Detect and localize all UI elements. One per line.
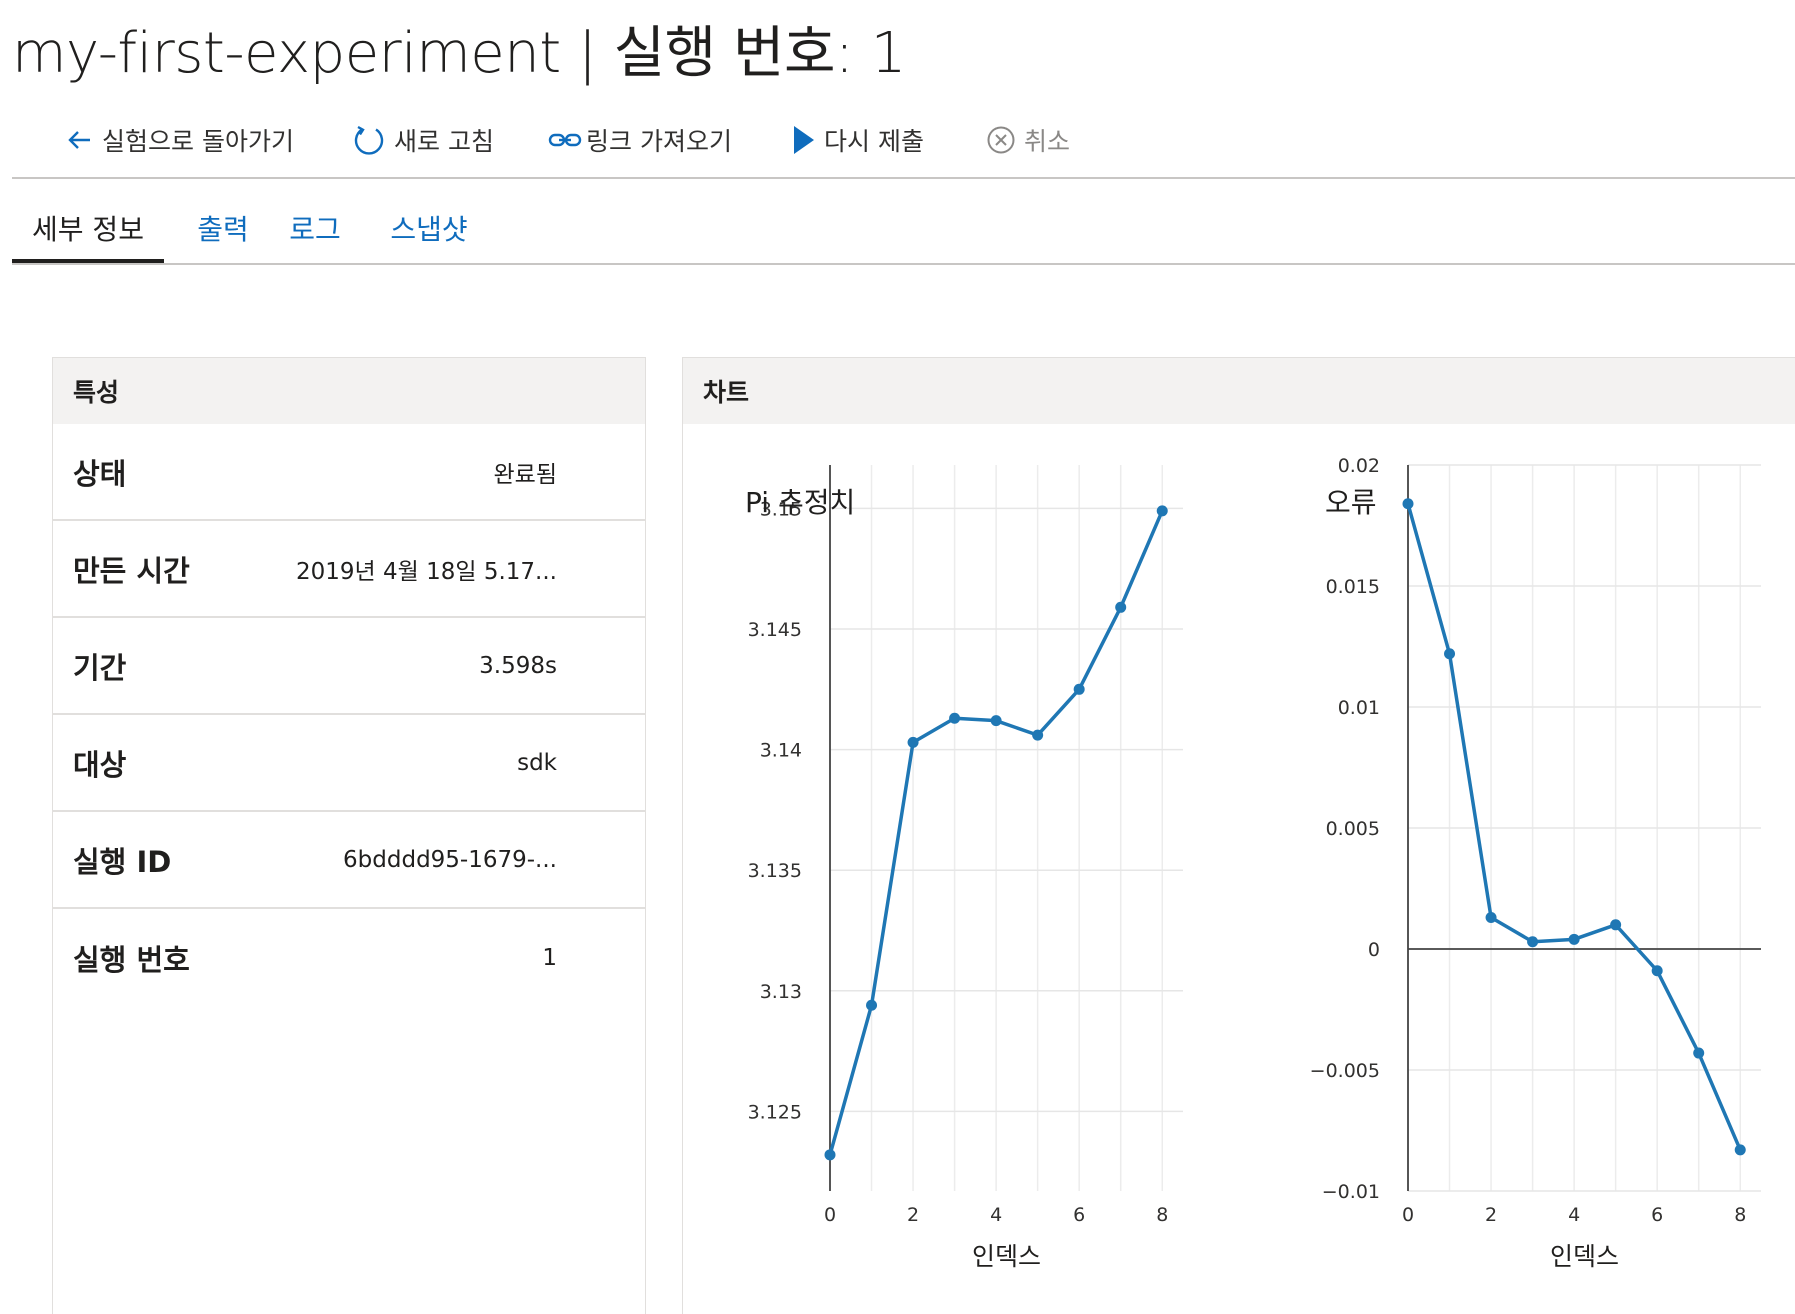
data-point[interactable] (907, 736, 919, 748)
cancel-button[interactable]: 취소 (986, 118, 1070, 162)
chart-title: 오류 (1325, 486, 1377, 519)
y-tick-label: 0.02 (1338, 455, 1380, 477)
refresh-icon (352, 123, 386, 157)
data-point[interactable] (1527, 936, 1539, 948)
y-tick-label: −0.01 (1322, 1181, 1380, 1203)
x-tick-label: 2 (1485, 1204, 1497, 1226)
data-point[interactable] (866, 999, 878, 1011)
chart-pi-estimate: 3.1253.133.1353.143.1453.150 2 4 6 8Pi 추정치인덱… (745, 465, 1183, 1271)
x-tick-label: 6 (1073, 1204, 1085, 1226)
x-axis-title: 인덱스 (1550, 1242, 1619, 1271)
y-tick-label: 3.135 (748, 860, 802, 882)
arrow-left-icon (66, 126, 94, 154)
x-tick-label: 8 (1734, 1204, 1746, 1226)
tab-logs[interactable]: 로그 (278, 208, 352, 260)
data-point[interactable] (990, 715, 1002, 727)
property-label: 실행 ID (73, 844, 172, 879)
property-value: 3.598s (479, 652, 557, 679)
property-value: 1 (542, 944, 557, 971)
property-row-status: 상태 완료됨 (53, 424, 645, 521)
tab-snapshot[interactable]: 스냅샷 (374, 208, 484, 260)
y-tick-label: 3.14 (760, 740, 802, 762)
data-point[interactable] (1693, 1047, 1705, 1059)
property-label: 상태 (73, 456, 127, 491)
cancel-circle-icon (986, 125, 1016, 155)
data-point[interactable] (824, 1149, 836, 1161)
y-tick-label: 3.145 (748, 619, 802, 641)
y-tick-label: 3.13 (760, 981, 802, 1003)
data-point[interactable] (1568, 933, 1580, 945)
properties-panel: 특성 상태 완료됨 만든 시간 2019년 4월 18일 5.17... 기간 … (52, 357, 646, 1314)
property-row-run-id: 실행 ID 6bdddd95-1679-... (53, 812, 645, 909)
x-axis-title: 인덱스 (972, 1242, 1041, 1271)
data-point[interactable] (949, 712, 961, 724)
tab-details[interactable]: 세부 정보 (12, 208, 164, 260)
refresh-label: 새로 고침 (394, 127, 494, 156)
page-title: my-first-experiment | 실행 번호: 1 (12, 21, 906, 86)
y-tick-label: 3.125 (748, 1101, 802, 1123)
y-tick-label: −0.005 (1310, 1060, 1380, 1082)
property-row-run-number: 실행 번호 1 (53, 909, 645, 1006)
data-point[interactable] (1485, 912, 1497, 924)
y-tick-label: 0.01 (1338, 697, 1380, 719)
x-tick-label: 8 (1156, 1204, 1168, 1226)
x-tick-label: 2 (907, 1204, 919, 1226)
y-tick-label: 0.005 (1326, 818, 1380, 840)
y-tick-label: 0.015 (1326, 576, 1380, 598)
data-point[interactable] (1115, 601, 1127, 613)
property-value: 완료됨 (493, 461, 557, 488)
data-point[interactable] (1610, 919, 1622, 931)
x-tick-label: 0 (824, 1204, 836, 1226)
property-value: sdk (517, 749, 557, 776)
toolbar-divider (12, 177, 1795, 179)
resubmit-label: 다시 제출 (824, 127, 924, 156)
get-link-label: 링크 가져오기 (586, 127, 732, 156)
property-value: 6bdddd95-1679-... (343, 846, 557, 873)
data-point[interactable] (1651, 965, 1663, 977)
chart-title: Pi 추정치 (745, 486, 855, 519)
x-tick-label: 4 (990, 1204, 1002, 1226)
run-details-page: my-first-experiment | 실행 번호: 1 실험으로 돌아가기… (0, 0, 1795, 1314)
get-link-button[interactable]: 링크 가져오기 (548, 118, 732, 162)
data-point[interactable] (1156, 505, 1168, 517)
resubmit-button[interactable]: 다시 제출 (790, 118, 924, 162)
y-tick-label: 0 (1368, 939, 1380, 961)
back-to-experiment-button[interactable]: 실험으로 돌아가기 (66, 118, 294, 162)
data-point[interactable] (1032, 729, 1044, 741)
data-point[interactable] (1444, 648, 1456, 660)
charts-panel: 차트 3.125 3.13 3.135 3.14 3.145 3.15 0 2 4 6 8 Pi 추정… (682, 357, 1795, 1314)
property-row-target: 대상 sdk (53, 715, 645, 812)
property-label: 만든 시간 (73, 553, 190, 588)
charts-canvas: 3.1253.133.1353.143.1453.150 2 4 6 8Pi 추정치인덱… (745, 455, 1761, 1271)
property-label: 기간 (73, 650, 127, 685)
property-label: 실행 번호 (73, 942, 190, 977)
properties-header: 특성 (53, 358, 645, 424)
tab-divider (12, 263, 1795, 265)
back-to-experiment-label: 실험으로 돌아가기 (102, 127, 294, 156)
property-value: 2019년 4월 18일 5.17... (296, 558, 557, 585)
data-point[interactable] (1073, 683, 1085, 695)
data-point[interactable] (1402, 498, 1414, 510)
property-label: 대상 (73, 747, 127, 782)
x-tick-label: 6 (1651, 1204, 1663, 1226)
cancel-label: 취소 (1024, 127, 1071, 156)
play-icon (790, 124, 816, 156)
chart-error: −0.01 −0.005 0 0.005 0.01 0.015 0.02 0 2 4 6 8 오류인덱스 (1310, 455, 1761, 1271)
link-icon (548, 130, 582, 150)
charts-header: 차트 (683, 358, 1795, 424)
data-point[interactable] (1734, 1144, 1746, 1156)
property-row-duration: 기간 3.598s (53, 618, 645, 715)
x-tick-label: 0 (1402, 1204, 1414, 1226)
tab-outputs[interactable]: 출력 (186, 208, 260, 260)
property-row-created: 만든 시간 2019년 4월 18일 5.17... (53, 521, 645, 618)
refresh-button[interactable]: 새로 고침 (352, 118, 494, 162)
x-tick-label: 4 (1568, 1204, 1580, 1226)
properties-list: 상태 완료됨 만든 시간 2019년 4월 18일 5.17... 기간 3.5… (53, 424, 645, 1006)
